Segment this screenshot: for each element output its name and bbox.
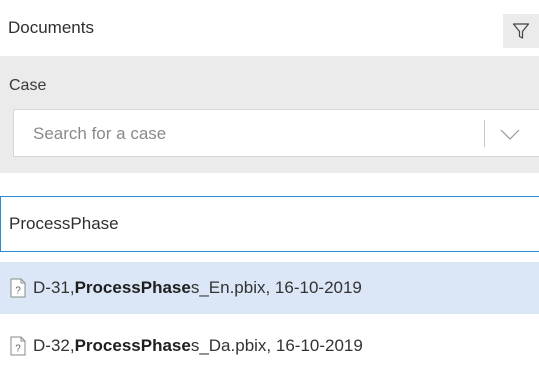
result-suffix: s_Da.pbix, 16-10-2019 bbox=[190, 336, 363, 355]
result-item[interactable]: ? D-31, ProcessPhase s_En.pbix, 16-10-201… bbox=[0, 262, 539, 314]
combobox-divider bbox=[484, 120, 485, 147]
filter-button[interactable] bbox=[503, 14, 539, 48]
case-search-placeholder: Search for a case bbox=[33, 124, 167, 143]
result-suffix: s_En.pbix, 16-10-2019 bbox=[190, 278, 362, 297]
chevron-down-icon[interactable] bbox=[496, 124, 524, 144]
result-match-highlight: ProcessPhase bbox=[74, 278, 191, 297]
page-title: Documents bbox=[8, 18, 94, 37]
result-match-highlight: ProcessPhase bbox=[74, 336, 191, 355]
result-prefix: D-32, bbox=[33, 336, 75, 355]
documents-panel: Documents Case Search for a case ? D-31,… bbox=[0, 0, 539, 376]
unknown-file-icon: ? bbox=[10, 336, 26, 356]
case-label: Case bbox=[9, 77, 47, 94]
svg-text:?: ? bbox=[15, 286, 21, 297]
result-prefix: D-31, bbox=[33, 278, 75, 297]
filter-funnel-icon bbox=[512, 23, 530, 39]
document-search-input[interactable] bbox=[0, 196, 539, 252]
svg-text:?: ? bbox=[15, 344, 21, 355]
result-item[interactable]: ? D-32, ProcessPhase s_Da.pbix, 16-10-201… bbox=[0, 320, 539, 372]
documents-header: Documents bbox=[0, 0, 539, 56]
case-search-combobox[interactable]: Search for a case bbox=[13, 109, 539, 157]
case-filter-panel: Case Search for a case bbox=[0, 56, 539, 173]
search-results-list: ? D-31, ProcessPhase s_En.pbix, 16-10-201… bbox=[0, 262, 539, 372]
unknown-file-icon: ? bbox=[10, 278, 26, 298]
